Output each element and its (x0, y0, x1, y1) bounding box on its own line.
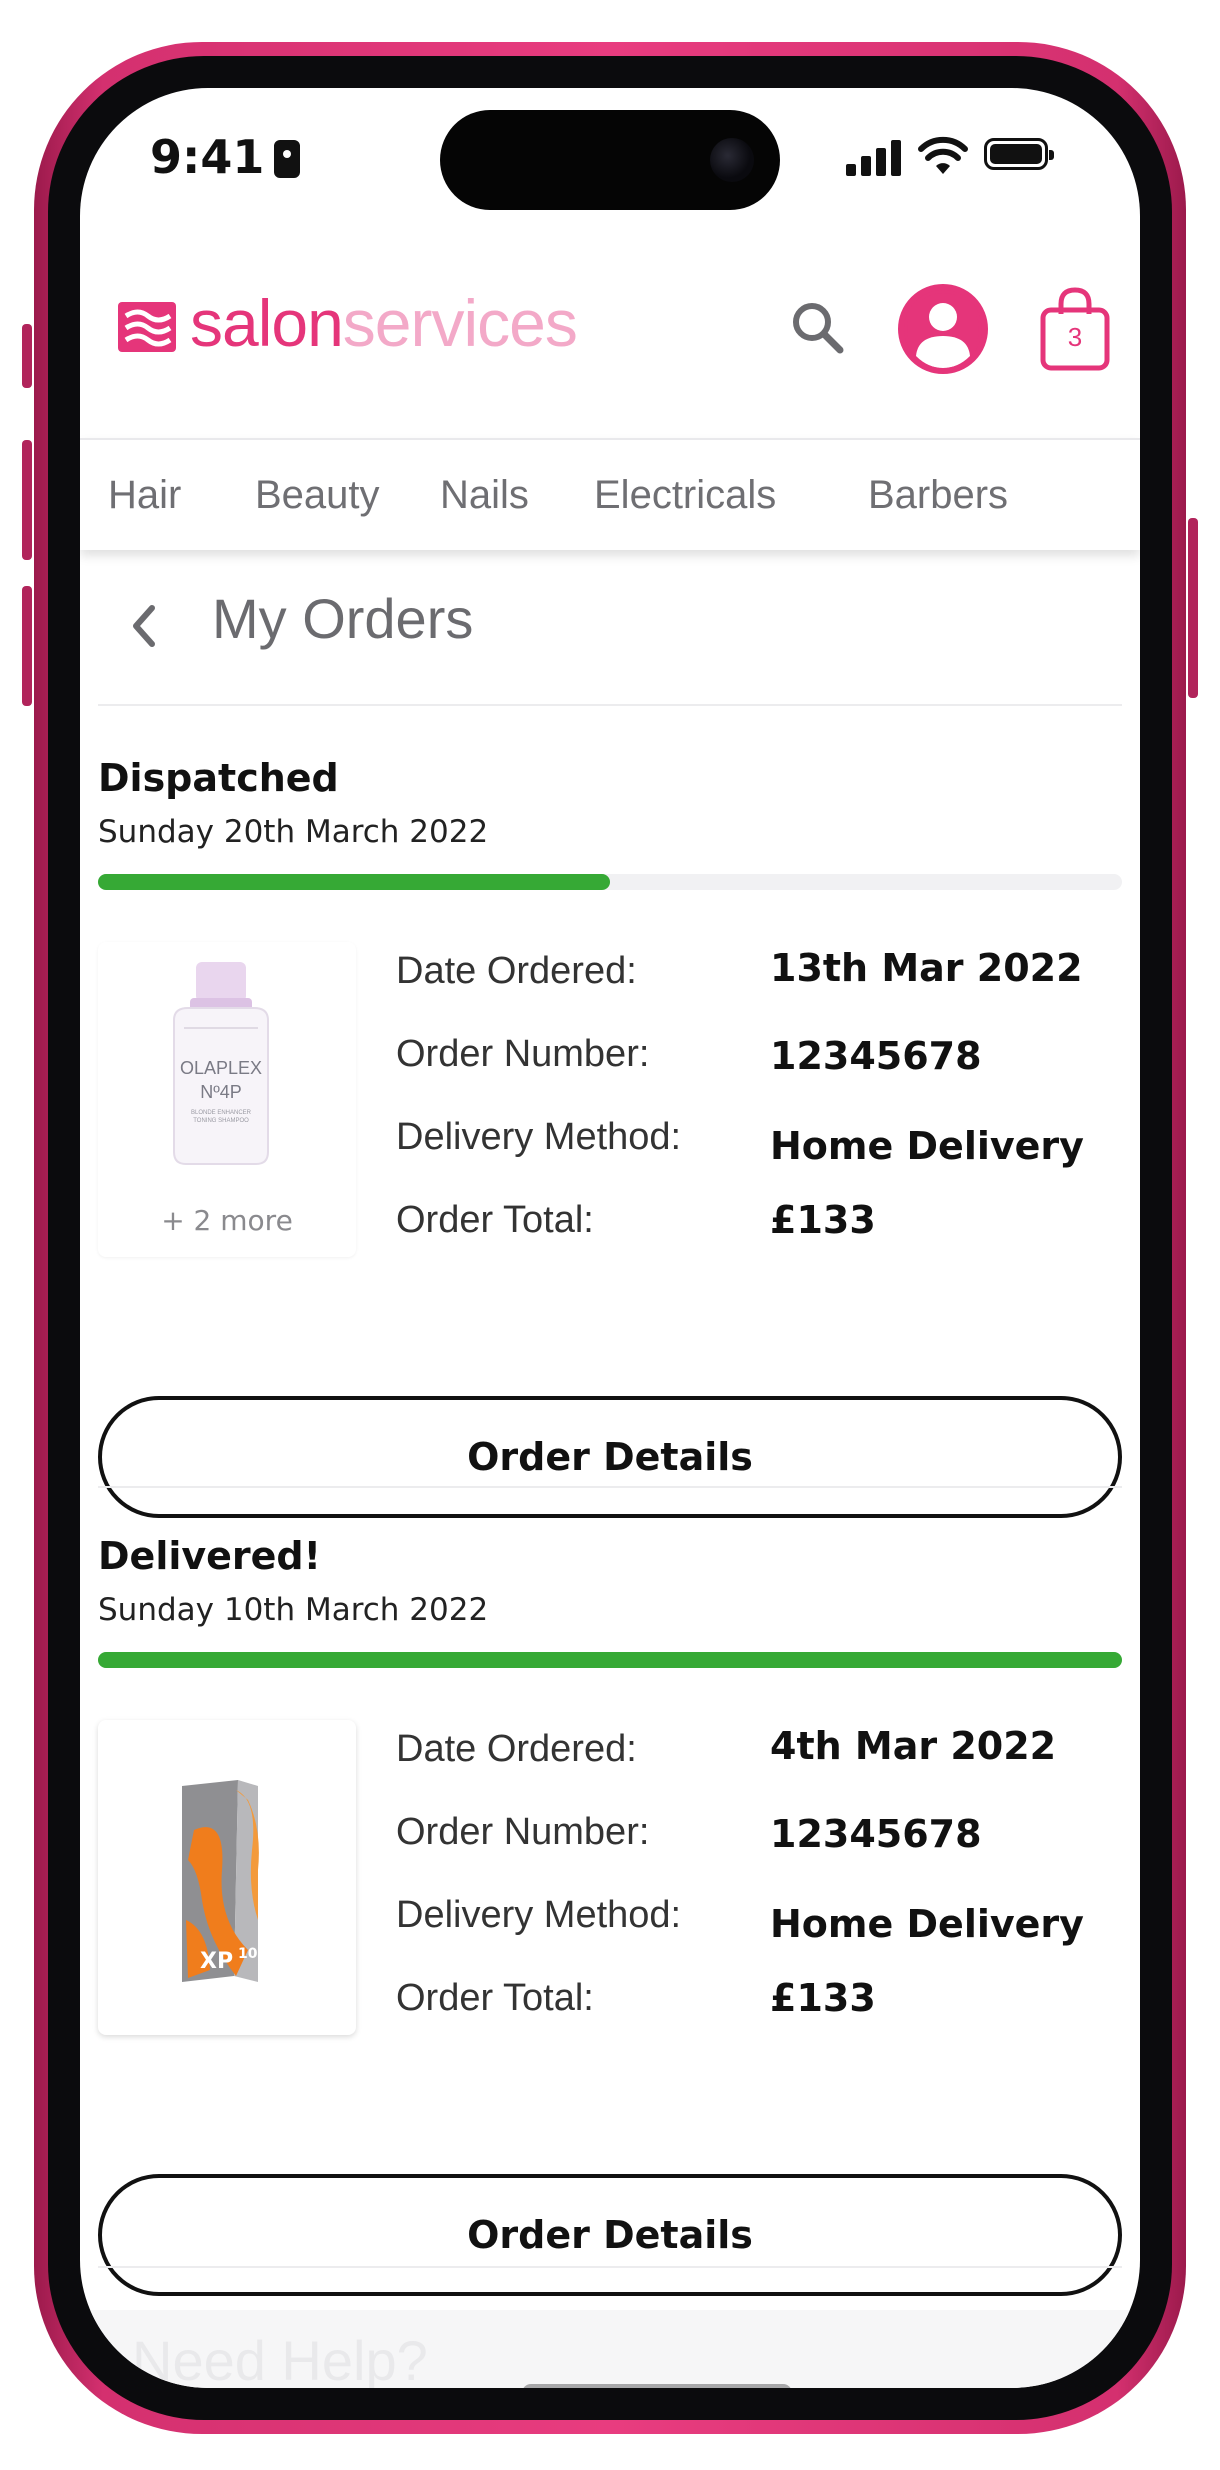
order-status: Delivered! (98, 1534, 321, 1578)
volume-up-button (22, 440, 32, 560)
order-progress-bar (98, 1652, 1122, 1668)
delivery-method-value: Home Delivery (770, 1124, 1084, 1168)
action-button (22, 324, 32, 388)
xp-hair-colour-box-image: XP 100 (182, 1780, 267, 1982)
order-status-date: Sunday 10th March 2022 (98, 1592, 489, 1628)
nav-item-barbers[interactable]: Barbers (868, 440, 1008, 550)
order-number-value: 12345678 (770, 1812, 982, 1856)
volume-down-button (22, 586, 32, 706)
product-thumbnail[interactable]: OLAPLEX Nº4P BLONDE ENHANCER TONING SHAM… (98, 942, 356, 1257)
order-progress-fill (98, 1652, 1122, 1668)
delivery-method-label: Delivery Method: (396, 1894, 682, 1936)
more-items-label: + 2 more (161, 1204, 293, 1237)
home-indicator[interactable] (522, 2384, 792, 2388)
battery-icon (984, 138, 1054, 170)
product-thumbnail[interactable]: XP 100 (98, 1720, 356, 2035)
order-total-value: £133 (770, 1198, 876, 1242)
help-footer: Need Help? (80, 2310, 1140, 2388)
order-number-label: Order Number: (396, 1811, 650, 1853)
order-progress-bar (98, 874, 1122, 890)
svg-text:Nº4P: Nº4P (200, 1082, 242, 1102)
sim-icon (274, 140, 300, 178)
delivery-method-value: Home Delivery (770, 1902, 1084, 1946)
order-total-label: Order Total: (396, 1199, 594, 1241)
svg-text:100: 100 (238, 1946, 267, 1962)
need-help-heading[interactable]: Need Help? (132, 2328, 428, 2388)
order-number-value: 12345678 (770, 1034, 982, 1078)
dynamic-island (440, 110, 780, 210)
order-details-button[interactable]: Order Details (98, 2174, 1122, 2296)
back-chevron-icon[interactable] (124, 596, 164, 656)
divider (98, 704, 1122, 706)
nav-item-beauty[interactable]: Beauty (255, 440, 380, 550)
brand-part1: salon (190, 286, 344, 360)
divider (98, 1486, 1122, 1488)
nav-item-hair[interactable]: Hair (108, 440, 181, 550)
power-button (1188, 518, 1198, 698)
status-time: 9:41 (150, 130, 265, 184)
nav-item-nails[interactable]: Nails (440, 440, 529, 550)
order-total-label: Order Total: (396, 1977, 594, 2019)
search-icon[interactable] (788, 298, 848, 358)
order-number-label: Order Number: (396, 1033, 650, 1075)
date-ordered-label: Date Ordered: (396, 1728, 637, 1770)
app-screen: 9:41 salonservices 3 Hair Beauty Nails E… (80, 88, 1140, 2388)
olaplex-bottle-image: OLAPLEX Nº4P BLONDE ENHANCER TONING SHAM… (173, 962, 269, 1165)
svg-text:XP: XP (200, 1949, 233, 1974)
svg-text:OLAPLEX: OLAPLEX (180, 1058, 262, 1078)
wifi-icon (918, 136, 968, 174)
brand-part2: services (342, 286, 578, 360)
nav-fade (1050, 440, 1140, 548)
account-icon[interactable] (898, 284, 988, 374)
svg-text:TONING SHAMPOO: TONING SHAMPOO (193, 1118, 249, 1124)
cellular-signal-icon (846, 140, 906, 176)
order-status-date: Sunday 20th March 2022 (98, 814, 489, 850)
order-status: Dispatched (98, 756, 339, 800)
camera-icon (710, 138, 754, 182)
date-ordered-label: Date Ordered: (396, 950, 637, 992)
salonservices-logo-icon (118, 302, 176, 352)
svg-text:BLONDE ENHANCER: BLONDE ENHANCER (191, 1110, 252, 1116)
date-ordered-value: 13th Mar 2022 (770, 946, 1083, 990)
delivery-method-label: Delivery Method: (396, 1116, 682, 1158)
page-title: My Orders (212, 587, 474, 650)
divider (98, 2266, 1122, 2268)
brand-logo[interactable]: salonservices (190, 278, 578, 368)
order-details-button[interactable]: Order Details (98, 1396, 1122, 1518)
date-ordered-value: 4th Mar 2022 (770, 1724, 1057, 1768)
cart-count: 3 (1067, 322, 1083, 352)
nav-item-electricals[interactable]: Electricals (594, 440, 776, 550)
order-total-value: £133 (770, 1976, 876, 2020)
order-progress-fill (98, 874, 610, 890)
category-nav: Hair Beauty Nails Electricals Barbers (80, 438, 1140, 550)
